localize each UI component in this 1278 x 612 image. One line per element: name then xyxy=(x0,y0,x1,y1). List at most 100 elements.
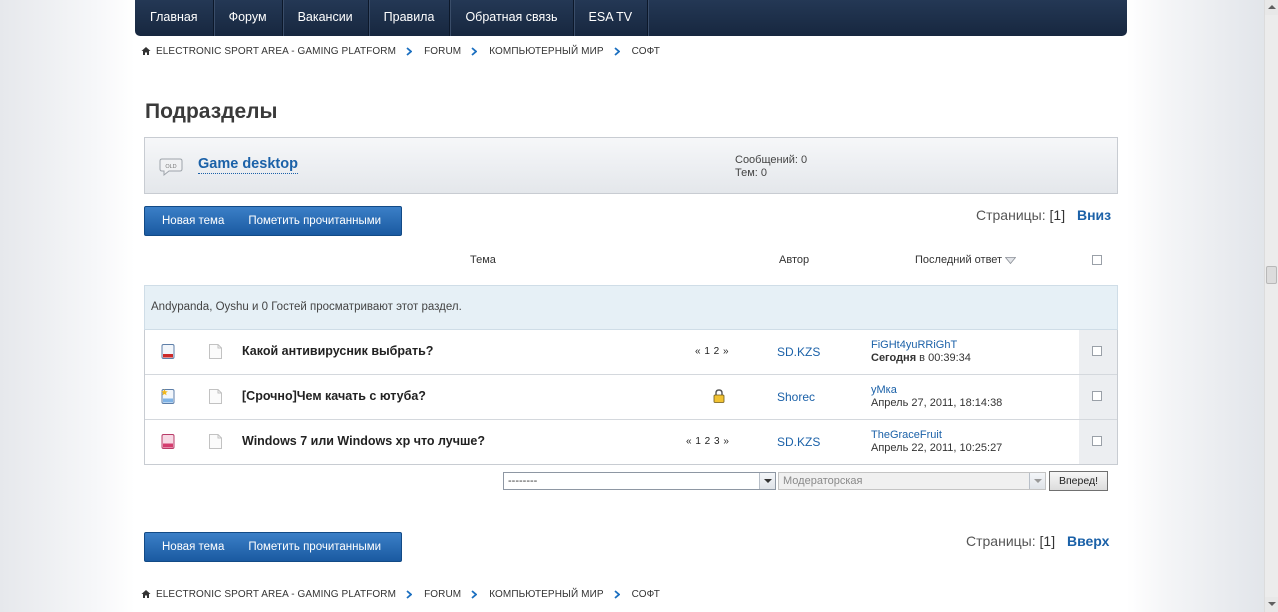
subforum-row: OLD Game desktop Сообщений: 0 Тем: 0 xyxy=(144,137,1118,194)
viewers-info: Andypanda, Oyshu и 0 Гостей просматриваю… xyxy=(144,285,1118,330)
topic-title-link[interactable]: Какой антивирусник выбрать? xyxy=(242,344,433,358)
pagination-label-bottom: Страницы: xyxy=(966,533,1036,549)
chevron-right-icon xyxy=(406,589,413,599)
page-background-right xyxy=(1127,0,1264,612)
breadcrumb-item-board[interactable]: СОФТ xyxy=(632,46,660,57)
new-topic-button[interactable]: Новая тема xyxy=(145,207,224,235)
col-author-header[interactable]: Автор xyxy=(779,254,809,266)
row-select-checkbox[interactable] xyxy=(1092,436,1102,446)
pagination-current-bottom: [1] xyxy=(1039,533,1056,549)
chevron-right-icon xyxy=(471,589,478,599)
mark-read-button-bottom[interactable]: Пометить прочитанными xyxy=(224,533,381,561)
nav-item-forum[interactable]: Форум xyxy=(214,0,283,36)
last-reply-user-link[interactable]: TheGraceFruit xyxy=(871,429,942,441)
last-reply-date: Апрель 27, 2011, 18:14:38 xyxy=(871,397,1003,409)
mark-read-button[interactable]: Пометить прочитанными xyxy=(224,207,381,235)
pagination-label: Страницы: xyxy=(976,207,1046,223)
jump-up-link[interactable]: Вверх xyxy=(1067,533,1109,549)
breadcrumb-bottom: ELECTRONIC SPORT AREA - GAMING PLATFORM … xyxy=(141,587,660,601)
topic-page-links[interactable]: « 1 2 » xyxy=(695,346,729,357)
nav-item-rules[interactable]: Правила xyxy=(369,0,451,36)
topic-hot-status-icon xyxy=(161,434,175,449)
topic-page-links[interactable]: « 1 2 3 » xyxy=(686,436,729,447)
chevron-down-icon[interactable] xyxy=(759,473,775,489)
last-reply-user-link[interactable]: FiGHt4yuRRiGhT xyxy=(871,339,957,351)
jump-down-link[interactable]: Вниз xyxy=(1077,207,1111,223)
pagination-current: [1] xyxy=(1049,207,1066,223)
breadcrumb-item-board[interactable]: СОФТ xyxy=(632,589,660,600)
row-select-cell xyxy=(1079,330,1117,374)
document-icon xyxy=(209,434,222,449)
nav-item-home[interactable]: Главная xyxy=(135,0,214,36)
chevron-right-icon xyxy=(406,46,413,56)
last-reply-day: Сегодня xyxy=(871,352,917,364)
chevron-right-icon xyxy=(614,589,620,599)
topic-status-icon xyxy=(161,344,175,359)
breadcrumb-item-category[interactable]: КОМПЬЮТЕРНЫЙ МИР xyxy=(489,589,603,600)
topic-table-header: Тема Автор Последний ответ xyxy=(144,244,1118,284)
topic-actions-top: Новая тема Пометить прочитанными xyxy=(144,206,402,236)
col-topic-header[interactable]: Тема xyxy=(470,254,496,266)
chevron-down-icon[interactable] xyxy=(1029,473,1045,489)
moderation-board-select[interactable]: Модераторская xyxy=(778,472,1046,490)
scroll-thumb[interactable] xyxy=(1266,266,1277,284)
col-last-reply-header[interactable]: Последний ответ xyxy=(915,254,1017,266)
move-topic-select[interactable]: -------- xyxy=(503,472,776,490)
scroll-down-arrow[interactable] xyxy=(1265,597,1278,612)
topic-actions-bottom: Новая тема Пометить прочитанными xyxy=(144,532,402,562)
breadcrumb-item-site[interactable]: ELECTRONIC SPORT AREA - GAMING PLATFORM xyxy=(156,46,396,57)
vertical-scrollbar[interactable] xyxy=(1264,0,1278,612)
topic-author-link[interactable]: Shorec xyxy=(777,390,815,404)
row-select-cell xyxy=(1079,420,1117,464)
svg-text:OLD: OLD xyxy=(165,164,176,170)
old-speech-bubble-icon: OLD xyxy=(159,158,183,177)
breadcrumb-item-category[interactable]: КОМПЬЮТЕРНЫЙ МИР xyxy=(489,46,603,57)
breadcrumb-item-forum[interactable]: FORUM xyxy=(424,46,461,57)
moderation-board-select-value: Модераторская xyxy=(783,475,863,487)
pagination-top: Страницы: [1] Вниз xyxy=(976,207,1111,223)
subforum-topics-count: Тем: 0 xyxy=(735,167,768,179)
page-background-left xyxy=(0,0,135,612)
table-row: Какой антивирусник выбрать? « 1 2 » SD.K… xyxy=(145,330,1117,375)
last-reply-user-link[interactable]: уМка xyxy=(871,384,897,396)
col-last-reply-label: Последний ответ xyxy=(915,254,1003,266)
topic-title-link[interactable]: [Срочно]Чем качать с ютуба? xyxy=(242,389,426,403)
new-topic-button-bottom[interactable]: Новая тема xyxy=(145,533,224,561)
table-row: Windows 7 или Windows xp что лучше? « 1 … xyxy=(145,420,1117,465)
topic-sticky-status-icon xyxy=(161,389,175,404)
nav-item-esa-tv[interactable]: ESA TV xyxy=(574,0,649,36)
topic-title-link[interactable]: Windows 7 или Windows xp что лучше? xyxy=(242,434,485,448)
row-select-cell xyxy=(1079,375,1117,419)
lock-icon xyxy=(713,389,725,403)
go-button[interactable]: Вперед! xyxy=(1049,471,1108,491)
subforum-stats: Сообщений: 0 Тем: 0 xyxy=(735,154,807,180)
subforum-link-game-desktop[interactable]: Game desktop xyxy=(198,156,298,174)
chevron-right-icon xyxy=(471,46,478,56)
document-icon xyxy=(209,344,222,359)
subforum-posts-count: Сообщений: 0 xyxy=(735,154,808,166)
nav-item-feedback[interactable]: Обратная связь xyxy=(450,0,574,36)
pagination-bottom: Страницы: [1] Вверх xyxy=(966,533,1109,549)
home-icon[interactable] xyxy=(141,46,151,56)
document-icon xyxy=(209,389,222,404)
home-icon[interactable] xyxy=(141,589,151,599)
scroll-up-arrow[interactable] xyxy=(1265,0,1278,15)
topic-author-link[interactable]: SD.KZS xyxy=(777,345,820,359)
last-reply-time: в 00:39:34 xyxy=(916,352,971,364)
chevron-right-icon xyxy=(614,46,620,56)
last-reply-date: Сегодня в 00:39:34 xyxy=(871,352,971,364)
breadcrumb-item-forum[interactable]: FORUM xyxy=(424,589,461,600)
select-all-checkbox[interactable] xyxy=(1092,255,1102,265)
table-row: [Срочно]Чем качать с ютуба? Shorec уМка … xyxy=(145,375,1117,420)
row-select-checkbox[interactable] xyxy=(1092,346,1102,356)
topic-author-link[interactable]: SD.KZS xyxy=(777,435,820,449)
last-reply-date: Апрель 22, 2011, 10:25:27 xyxy=(871,442,1003,454)
main-nav: Главная Форум Вакансии Правила Обратная … xyxy=(135,0,1127,36)
nav-item-vacancies[interactable]: Вакансии xyxy=(283,0,369,36)
subforums-heading: Подразделы xyxy=(145,100,278,123)
sort-down-icon xyxy=(1005,256,1017,264)
row-select-checkbox[interactable] xyxy=(1092,391,1102,401)
breadcrumb: ELECTRONIC SPORT AREA - GAMING PLATFORM … xyxy=(141,44,660,58)
move-topic-select-value: -------- xyxy=(508,475,538,487)
breadcrumb-item-site[interactable]: ELECTRONIC SPORT AREA - GAMING PLATFORM xyxy=(156,589,396,600)
